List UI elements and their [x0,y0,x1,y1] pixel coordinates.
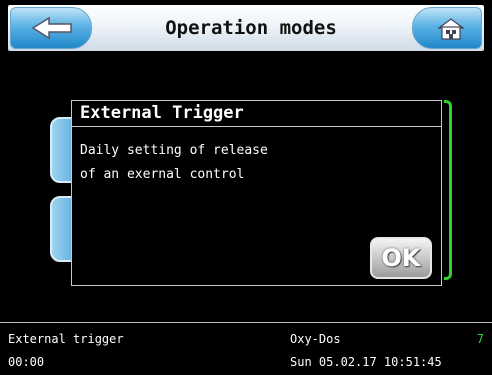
back-button[interactable] [10,7,92,49]
status-datetime: Sun 05.02.17 10:51:45 [290,355,442,369]
ok-button[interactable]: OK [370,237,432,279]
status-indicator: 7 [476,332,484,346]
info-dialog: External Trigger Daily setting of releas… [71,100,442,286]
status-time: 00:00 [8,355,45,369]
home-icon [437,18,465,40]
status-bar: External trigger 00:00 Oxy-Dos Sun 05.02… [0,322,492,375]
dialog-message: Daily setting of release of an exernal c… [80,139,431,187]
selection-indicator [444,100,452,280]
status-mode: External trigger [8,332,124,346]
dialog-title: External Trigger [72,101,441,127]
dialog-line: of an exernal control [80,167,245,182]
status-product: Oxy-Dos [290,332,341,346]
page-title: Operation modes [165,17,337,39]
home-button[interactable] [412,7,482,49]
back-arrow-icon [31,16,72,40]
header-bar: Operation modes [8,5,484,51]
screen: Operation modes External Trigger Daily s… [0,0,492,375]
dialog-line: Daily setting of release [80,143,268,158]
